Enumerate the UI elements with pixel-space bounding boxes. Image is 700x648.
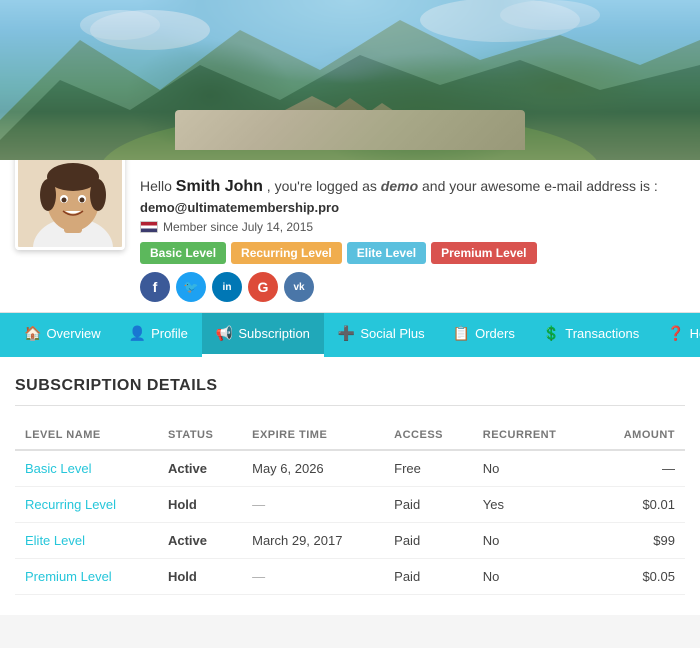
email-link[interactable]: demo@ultimatemembership.pro bbox=[140, 200, 339, 215]
greeting-text: Hello Smith John , you're logged as demo… bbox=[140, 178, 685, 196]
col-expire-time: EXPIRE TIME bbox=[242, 421, 384, 450]
cell-amount: $99 bbox=[593, 523, 685, 559]
nav-subscription[interactable]: 📢 Subscription bbox=[202, 313, 324, 357]
col-status: STATUS bbox=[158, 421, 242, 450]
cell-access: Paid bbox=[384, 559, 473, 595]
level-link[interactable]: Recurring Level bbox=[25, 497, 116, 512]
subscription-icon: 📢 bbox=[216, 325, 233, 342]
cell-recurrent: No bbox=[473, 559, 593, 595]
col-recurrent: RECURRENT bbox=[473, 421, 593, 450]
cell-status: Hold bbox=[158, 487, 242, 523]
linkedin-icon[interactable]: in bbox=[212, 272, 242, 302]
twitter-icon[interactable]: 🐦 bbox=[176, 272, 206, 302]
nav-transactions[interactable]: 💲 Transactions bbox=[529, 313, 653, 357]
nav-orders[interactable]: 📋 Orders bbox=[439, 313, 529, 357]
nav-profile-label: Profile bbox=[151, 326, 188, 341]
cell-level-name: Elite Level bbox=[15, 523, 158, 559]
nav-social-plus-label: Social Plus bbox=[360, 326, 424, 341]
table-row: Elite Level Active March 29, 2017 Paid N… bbox=[15, 523, 685, 559]
level-badges: Basic Level Recurring Level Elite Level … bbox=[140, 242, 685, 264]
logged-as-text: , you're logged as bbox=[267, 178, 377, 194]
facebook-icon[interactable]: f bbox=[140, 272, 170, 302]
col-level-name: LEVEL NAME bbox=[15, 421, 158, 450]
cell-access: Free bbox=[384, 450, 473, 487]
nav-social-plus[interactable]: ➕ Social Plus bbox=[324, 313, 439, 357]
profile-area: Hello Smith John , you're logged as demo… bbox=[0, 160, 700, 313]
level-link[interactable]: Basic Level bbox=[25, 461, 91, 476]
col-amount: AMOUNT bbox=[593, 421, 685, 450]
email-line: demo@ultimatemembership.pro bbox=[140, 200, 685, 215]
cell-level-name: Premium Level bbox=[15, 559, 158, 595]
table-row: Premium Level Hold — Paid No $0.05 bbox=[15, 559, 685, 595]
subscription-section: SUBSCRIPTION DETAILS LEVEL NAME STATUS E… bbox=[0, 357, 700, 615]
vk-icon[interactable]: vk bbox=[284, 272, 314, 302]
help-icon: ❓ bbox=[667, 325, 684, 342]
user-name: Smith John bbox=[176, 178, 263, 195]
nav-profile[interactable]: 👤 Profile bbox=[115, 313, 202, 357]
table-row: Recurring Level Hold — Paid Yes $0.01 bbox=[15, 487, 685, 523]
cell-expire: March 29, 2017 bbox=[242, 523, 384, 559]
member-since: Member since July 14, 2015 bbox=[140, 220, 685, 234]
google-plus-icon[interactable]: G bbox=[248, 272, 278, 302]
section-title: SUBSCRIPTION DETAILS bbox=[15, 377, 685, 406]
nav-overview[interactable]: 🏠 Overview bbox=[10, 313, 115, 357]
cell-recurrent: No bbox=[473, 523, 593, 559]
demo-username: demo bbox=[381, 178, 418, 194]
nav-overview-label: Overview bbox=[46, 326, 100, 341]
email-prefix: and your awesome e-mail address is : bbox=[422, 178, 658, 194]
level-link[interactable]: Elite Level bbox=[25, 533, 85, 548]
cell-recurrent: Yes bbox=[473, 487, 593, 523]
cell-access: Paid bbox=[384, 487, 473, 523]
nav-subscription-label: Subscription bbox=[238, 326, 310, 341]
main-nav: 🏠 Overview 👤 Profile 📢 Subscription ➕ So… bbox=[0, 313, 700, 357]
home-icon: 🏠 bbox=[24, 325, 41, 342]
badge-premium[interactable]: Premium Level bbox=[431, 242, 536, 264]
cell-amount: $0.01 bbox=[593, 487, 685, 523]
cell-access: Paid bbox=[384, 523, 473, 559]
nav-orders-label: Orders bbox=[475, 326, 515, 341]
social-icons: f 🐦 in G vk bbox=[140, 272, 685, 302]
nav-help-label: Help bbox=[690, 326, 700, 341]
cell-amount: — bbox=[593, 450, 685, 487]
hero-banner bbox=[0, 0, 700, 160]
greeting-prefix: Hello bbox=[140, 178, 172, 194]
level-link[interactable]: Premium Level bbox=[25, 569, 112, 584]
badge-elite[interactable]: Elite Level bbox=[347, 242, 426, 264]
profile-info: Hello Smith John , you're logged as demo… bbox=[140, 170, 685, 302]
badge-basic[interactable]: Basic Level bbox=[140, 242, 226, 264]
cell-amount: $0.05 bbox=[593, 559, 685, 595]
cell-expire: — bbox=[242, 487, 384, 523]
cell-level-name: Basic Level bbox=[15, 450, 158, 487]
table-header-row: LEVEL NAME STATUS EXPIRE TIME ACCESS REC… bbox=[15, 421, 685, 450]
cell-status: Hold bbox=[158, 559, 242, 595]
flag-icon bbox=[140, 221, 158, 233]
transactions-icon: 💲 bbox=[543, 325, 560, 342]
plus-icon: ➕ bbox=[338, 325, 355, 342]
table-body: Basic Level Active May 6, 2026 Free No —… bbox=[15, 450, 685, 595]
table-row: Basic Level Active May 6, 2026 Free No — bbox=[15, 450, 685, 487]
cell-expire: May 6, 2026 bbox=[242, 450, 384, 487]
cell-status: Active bbox=[158, 450, 242, 487]
nav-transactions-label: Transactions bbox=[565, 326, 639, 341]
cell-status: Active bbox=[158, 523, 242, 559]
col-access: ACCESS bbox=[384, 421, 473, 450]
member-since-text: Member since July 14, 2015 bbox=[163, 220, 313, 234]
nav-help[interactable]: ❓ Help bbox=[653, 313, 700, 357]
cell-recurrent: No bbox=[473, 450, 593, 487]
subscription-table: LEVEL NAME STATUS EXPIRE TIME ACCESS REC… bbox=[15, 421, 685, 595]
cell-level-name: Recurring Level bbox=[15, 487, 158, 523]
orders-icon: 📋 bbox=[453, 325, 470, 342]
profile-icon: 👤 bbox=[129, 325, 146, 342]
cell-expire: — bbox=[242, 559, 384, 595]
badge-recurring[interactable]: Recurring Level bbox=[231, 242, 342, 264]
